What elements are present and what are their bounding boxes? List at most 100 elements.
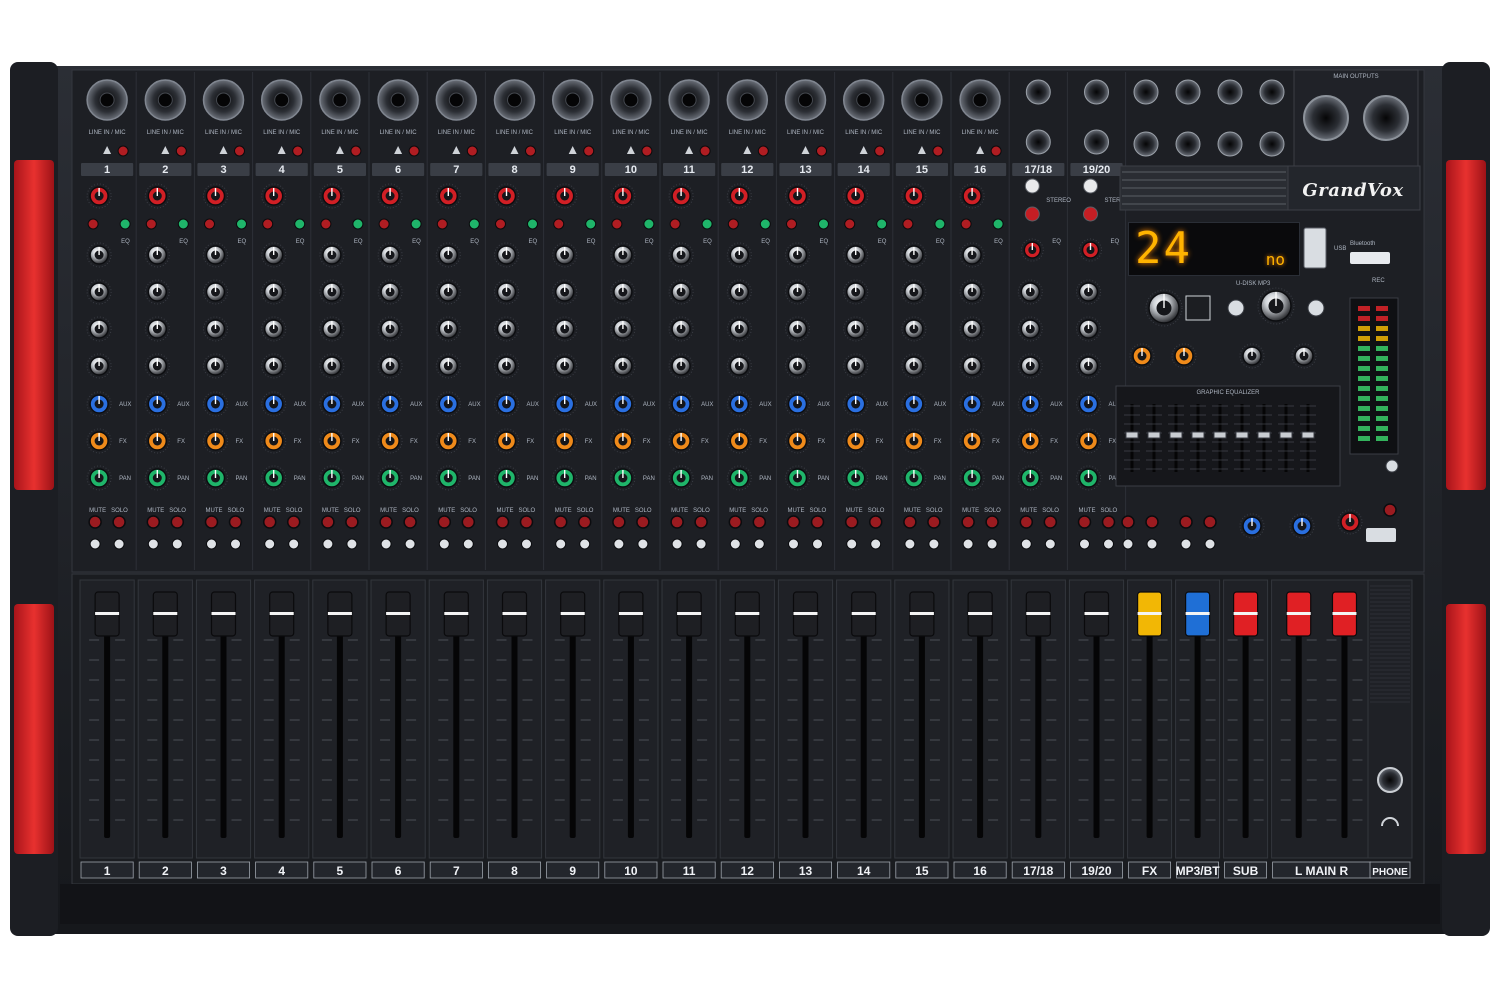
rca-input-red[interactable] (1024, 206, 1040, 222)
usb-port[interactable] (1303, 227, 1327, 269)
geq-fader-8[interactable] (1279, 431, 1293, 439)
mute-button[interactable] (553, 515, 568, 529)
meter-select-button[interactable] (1385, 459, 1399, 473)
fader-cap[interactable] (327, 591, 353, 637)
output-jack-bottom-1[interactable] (1133, 131, 1159, 157)
main-output-xlr-right[interactable] (1363, 95, 1409, 141)
rca-input-white[interactable] (1024, 178, 1040, 194)
geq-fader-7[interactable] (1257, 431, 1271, 439)
mute-button[interactable] (1019, 515, 1034, 529)
output-jack-bottom-4[interactable] (1259, 131, 1285, 157)
fader-cap[interactable] (501, 591, 528, 637)
solo-button[interactable] (345, 515, 359, 529)
fader-cap[interactable] (152, 591, 178, 637)
fader-cap[interactable] (851, 591, 877, 637)
bluetooth-button[interactable] (1350, 252, 1390, 264)
mute-button[interactable] (379, 515, 393, 529)
line-input-jack-right[interactable] (1025, 129, 1051, 155)
solo-button[interactable] (752, 515, 767, 529)
line-input-jack-right[interactable] (1084, 129, 1109, 155)
solo-button[interactable] (519, 515, 534, 529)
main-right-fader-cap[interactable] (1331, 591, 1358, 637)
fx-label: FX (759, 439, 767, 445)
rca-input-white[interactable] (1083, 178, 1098, 194)
output-jack-top-4[interactable] (1259, 79, 1285, 105)
main-left-fader-cap[interactable] (1286, 591, 1312, 637)
fader-cap[interactable] (618, 591, 644, 637)
mute-button[interactable] (495, 515, 510, 529)
solo-button[interactable] (927, 515, 941, 529)
solo-button[interactable] (636, 515, 650, 529)
geq-fader-6[interactable] (1235, 431, 1249, 439)
fader-cap[interactable] (1232, 591, 1259, 637)
fader-cap[interactable] (94, 591, 120, 637)
fader-cap[interactable] (210, 591, 237, 637)
fader-cap[interactable] (734, 591, 760, 637)
mute-button[interactable] (786, 515, 801, 529)
solo-button[interactable] (985, 515, 999, 529)
solo-button[interactable] (403, 515, 417, 529)
solo-button[interactable] (810, 515, 825, 529)
solo-button[interactable] (228, 515, 243, 529)
geq-fader-1[interactable] (1125, 431, 1139, 439)
fader-cap[interactable] (1083, 591, 1110, 637)
geq-fader-3[interactable] (1169, 431, 1183, 439)
mute-button[interactable] (204, 515, 219, 529)
fader-cap[interactable] (1025, 591, 1051, 637)
mute-button[interactable] (612, 515, 626, 529)
solo-button[interactable] (461, 515, 476, 529)
usb-next-button[interactable] (1307, 299, 1325, 317)
line-input-jack-left[interactable] (1084, 79, 1109, 105)
fader-cap[interactable] (560, 591, 586, 637)
geq-fader-2[interactable] (1147, 431, 1161, 439)
fader-cap[interactable] (1184, 591, 1211, 637)
mute-button[interactable] (321, 515, 335, 529)
mute-button[interactable] (728, 515, 743, 529)
mute-button[interactable] (88, 515, 102, 529)
solo-button[interactable] (694, 515, 708, 529)
fader-cap[interactable] (967, 591, 993, 637)
master-bus-button-2[interactable] (1145, 515, 1159, 529)
solo-button[interactable] (286, 515, 301, 529)
mute-button[interactable] (903, 515, 917, 529)
mute-button[interactable] (262, 515, 277, 529)
fader-cap[interactable] (792, 591, 819, 637)
solo-button[interactable] (1043, 515, 1058, 529)
fader-cap[interactable] (676, 591, 702, 637)
solo-button[interactable] (1101, 515, 1116, 529)
master-bus-button-4[interactable] (1203, 515, 1217, 529)
mute-button[interactable] (961, 515, 975, 529)
rca-input-red[interactable] (1083, 206, 1098, 222)
output-jack-top-2[interactable] (1175, 79, 1201, 105)
fader-cap[interactable] (385, 591, 411, 637)
geq-fader-5[interactable] (1213, 431, 1227, 439)
line-input-jack-left[interactable] (1025, 79, 1051, 105)
output-jack-bottom-2[interactable] (1175, 131, 1201, 157)
main-output-xlr-left[interactable] (1303, 95, 1349, 141)
fader-cap[interactable] (909, 591, 935, 637)
fader-cap[interactable] (269, 591, 295, 637)
master-bus-button-1[interactable] (1121, 515, 1135, 529)
mute-button[interactable] (670, 515, 684, 529)
solo-button[interactable] (868, 515, 883, 529)
mute-button[interactable] (1077, 515, 1092, 529)
mute-button[interactable] (437, 515, 452, 529)
fader-cap[interactable] (1136, 591, 1163, 637)
mute-button[interactable] (844, 515, 859, 529)
solo-button[interactable] (577, 515, 592, 529)
output-jack-top-1[interactable] (1133, 79, 1159, 105)
output-jack-bottom-3[interactable] (1217, 131, 1243, 157)
rec-button[interactable] (1366, 528, 1396, 542)
solo-button[interactable] (112, 515, 126, 529)
mute-button[interactable] (146, 515, 161, 529)
headphone-jack[interactable] (1377, 767, 1403, 793)
phones-source-button[interactable] (1383, 503, 1397, 517)
fader-cap[interactable] (443, 591, 469, 637)
output-jack-top-3[interactable] (1217, 79, 1243, 105)
solo-button[interactable] (170, 515, 185, 529)
geq-fader-9[interactable] (1301, 431, 1315, 439)
usb-play-button[interactable] (1227, 299, 1245, 317)
mute-led (380, 538, 392, 550)
geq-fader-4[interactable] (1191, 431, 1205, 439)
master-bus-button-3[interactable] (1179, 515, 1193, 529)
